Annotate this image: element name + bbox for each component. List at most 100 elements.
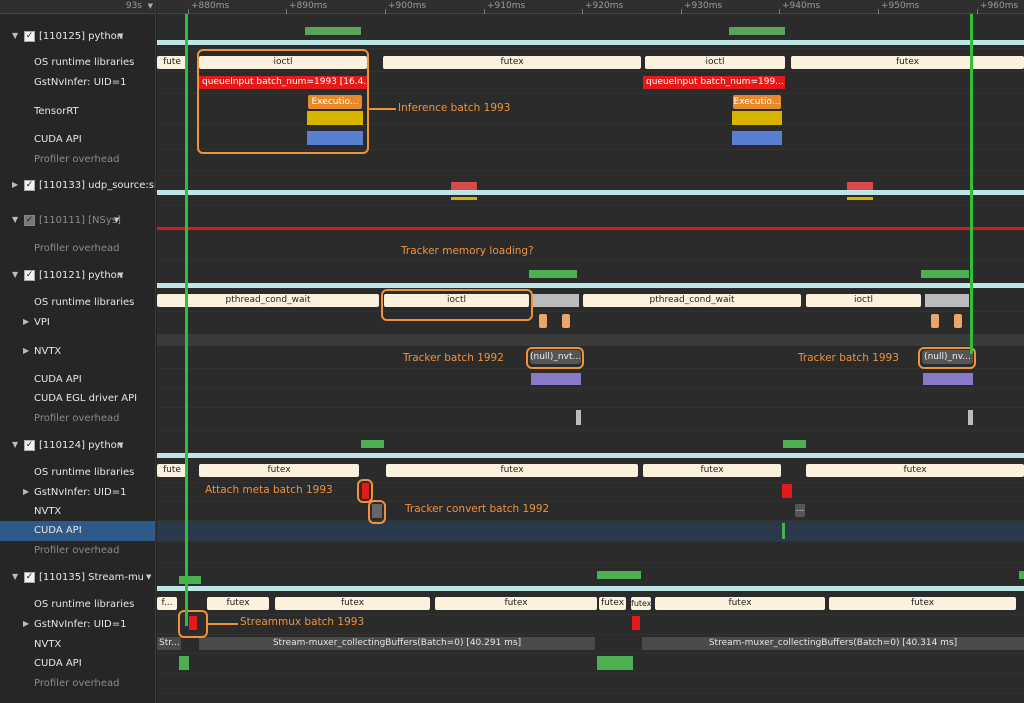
cpu-activity-block[interactable] [729, 27, 785, 35]
tree-row-gstnvinfer[interactable]: ▶ GstNvInfer: UID=1 [0, 484, 155, 502]
tensorrt-execution-range[interactable]: Executio... [733, 95, 781, 109]
os-runtime-range-futex[interactable]: futex [435, 597, 597, 610]
tree-row-process-110125[interactable]: ▼ ✓ [110125] python ▼ [0, 28, 155, 46]
expand-caret-icon[interactable]: ▶ [23, 317, 29, 326]
os-runtime-range-futex[interactable]: futex [599, 597, 626, 610]
os-runtime-range-futex[interactable]: futex [643, 464, 781, 477]
visibility-checkbox[interactable]: ✓ [24, 440, 35, 451]
tree-row-process-110135[interactable]: ▼ ✓ [110135] Stream-muxer ▼ [0, 569, 155, 587]
cpu-activity-block[interactable] [847, 182, 873, 190]
visibility-checkbox[interactable]: ✓ [24, 572, 35, 583]
tree-row-cuda-api-selected[interactable]: CUDA API [0, 521, 155, 541]
os-runtime-range-futex[interactable]: futex [791, 56, 1024, 69]
tree-row-profiler-overhead[interactable]: Profiler overhead [0, 675, 155, 693]
expand-caret-icon[interactable]: ▶ [23, 619, 29, 628]
tree-row-nvtx[interactable]: NVTX [0, 636, 155, 654]
tree-row-gstnvinfer[interactable]: GstNvInfer: UID=1 [0, 74, 155, 92]
dropdown-arrow-icon[interactable]: ▼ [118, 441, 123, 449]
tree-row-cuda-api[interactable]: CUDA API [0, 371, 155, 389]
tree-row-nvtx[interactable]: ▶ NVTX [0, 343, 155, 361]
cpu-activity-block[interactable] [597, 571, 641, 579]
dropdown-arrow-icon[interactable]: ▼ [118, 32, 123, 40]
tree-row-cuda-egl[interactable]: CUDA EGL driver API [0, 390, 155, 408]
os-runtime-range-futex[interactable]: fute [157, 56, 187, 69]
tree-row-process-110121[interactable]: ▼ ✓ [110121] python ▼ [0, 267, 155, 285]
tree-row-os-runtime[interactable]: OS runtime libraries [0, 294, 155, 312]
tree-row-process-110124[interactable]: ▼ ✓ [110124] python ▼ [0, 437, 155, 455]
os-runtime-activity-block[interactable] [925, 294, 969, 307]
os-runtime-range-futex[interactable]: futex [655, 597, 825, 610]
tensorrt-kernel-block[interactable] [732, 111, 782, 125]
dropdown-arrow-icon[interactable]: ▼ [114, 216, 119, 224]
os-runtime-range-pthread-cond-wait[interactable]: pthread_cond_wait [583, 294, 801, 307]
cpu-activity-block[interactable] [529, 270, 577, 278]
os-runtime-range-futex[interactable]: futex [199, 464, 359, 477]
cuda-api-block[interactable] [732, 131, 782, 145]
batch-marker-line[interactable] [185, 14, 188, 626]
os-runtime-activity-block[interactable] [533, 294, 579, 307]
collapse-caret-icon[interactable]: ▼ [12, 572, 18, 581]
tree-row-process-110111[interactable]: ▼ ✓ [110111] [NSys] ▼ [0, 212, 155, 230]
os-runtime-range-futex[interactable]: futex [207, 597, 269, 610]
cpu-activity-block[interactable] [783, 440, 806, 448]
cuda-api-block[interactable] [782, 523, 785, 539]
gstnvinfer-range[interactable] [782, 484, 792, 498]
expand-caret-icon[interactable]: ▶ [12, 180, 18, 189]
collapse-caret-icon[interactable]: ▼ [12, 31, 18, 40]
nvtx-range[interactable]: ... [795, 504, 805, 517]
visibility-checkbox[interactable]: ✓ [24, 215, 35, 226]
tree-row-nvtx[interactable]: NVTX [0, 503, 155, 521]
os-runtime-range-futex[interactable]: fute [157, 464, 187, 477]
cpu-activity-block[interactable] [179, 576, 201, 584]
os-runtime-range-futex[interactable]: f... [157, 597, 177, 610]
vpi-range[interactable] [562, 314, 570, 328]
expand-caret-icon[interactable]: ▶ [23, 346, 29, 355]
timeline-canvas[interactable]: +880ms +890ms +900ms +910ms +920ms +930m… [157, 0, 1024, 703]
cpu-activity-block[interactable] [451, 182, 477, 190]
cuda-api-block[interactable] [179, 656, 189, 670]
cpu-activity-block[interactable] [361, 440, 384, 448]
tree-row-vpi[interactable]: ▶ VPI [0, 314, 155, 332]
cpu-activity-block[interactable] [847, 197, 873, 200]
tree-row-profiler-overhead[interactable]: Profiler overhead [0, 240, 155, 258]
cpu-activity-block[interactable] [921, 270, 969, 278]
visibility-checkbox[interactable]: ✓ [24, 270, 35, 281]
vpi-range[interactable] [931, 314, 939, 328]
os-runtime-range-futex[interactable]: futex [383, 56, 641, 69]
os-runtime-range-futex[interactable]: futex [806, 464, 1024, 477]
cuda-api-block[interactable] [597, 656, 633, 670]
cuda-api-block[interactable] [531, 373, 581, 385]
expand-caret-icon[interactable]: ▶ [23, 487, 29, 496]
profiler-overhead-block[interactable] [968, 410, 973, 425]
profiler-overhead-block[interactable] [576, 410, 581, 425]
nvtx-stream-muxer-range[interactable]: Stream-muxer_collectingBuffers(Batch=0) … [642, 637, 1024, 650]
dropdown-arrow-icon[interactable]: ▼ [146, 573, 151, 581]
tree-row-tensorrt[interactable]: TensorRT [0, 103, 155, 121]
cpu-activity-block[interactable] [1019, 571, 1024, 579]
tree-row-process-110133[interactable]: ▶ ✓ [110133] udp_source:src [0, 177, 155, 195]
os-runtime-range-futex[interactable]: futex [386, 464, 638, 477]
cpu-activity-block[interactable] [305, 27, 361, 35]
cpu-activity-block[interactable] [451, 197, 477, 200]
tree-row-cuda-api[interactable]: CUDA API [0, 131, 155, 149]
tree-row-cuda-api[interactable]: CUDA API [0, 655, 155, 673]
collapse-caret-icon[interactable]: ▼ [12, 270, 18, 279]
tree-row-os-runtime[interactable]: OS runtime libraries [0, 54, 155, 72]
tree-row-gstnvinfer[interactable]: ▶ GstNvInfer: UID=1 [0, 616, 155, 634]
batch-marker-line[interactable] [970, 14, 973, 354]
os-runtime-range-ioctl[interactable]: ioctl [806, 294, 921, 307]
ruler-menu-icon[interactable]: ▼ [148, 2, 153, 10]
visibility-checkbox[interactable]: ✓ [24, 180, 35, 191]
tree-row-os-runtime[interactable]: OS runtime libraries [0, 464, 155, 482]
tree-row-profiler-overhead[interactable]: Profiler overhead [0, 410, 155, 428]
gstnvinfer-range[interactable] [632, 616, 640, 630]
tree-row-profiler-overhead[interactable]: Profiler overhead [0, 151, 155, 169]
nvtx-queueinput-range[interactable]: queueInput batch_num=199... [643, 76, 785, 89]
cuda-api-block[interactable] [923, 373, 973, 385]
visibility-checkbox[interactable]: ✓ [24, 31, 35, 42]
time-ruler[interactable]: +880ms +890ms +900ms +910ms +920ms +930m… [157, 0, 1024, 14]
collapse-caret-icon[interactable]: ▼ [12, 440, 18, 449]
collapse-caret-icon[interactable]: ▼ [12, 215, 18, 224]
vpi-range[interactable] [539, 314, 547, 328]
os-runtime-range-pthread-cond-wait[interactable]: pthread_cond_wait [157, 294, 379, 307]
